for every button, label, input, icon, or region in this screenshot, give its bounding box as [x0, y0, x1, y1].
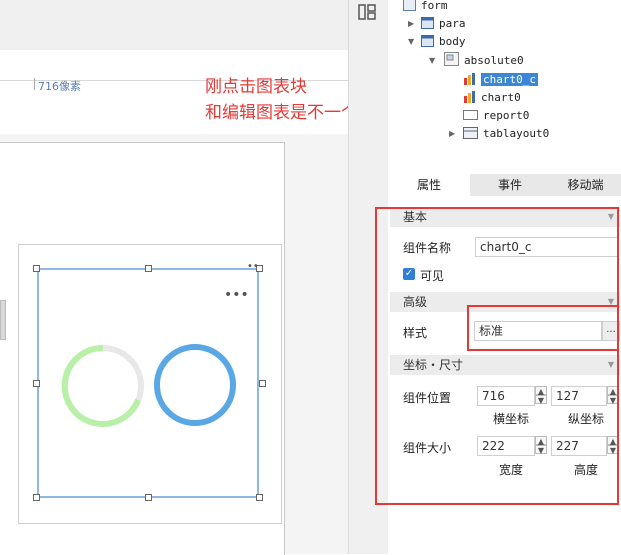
- tree-node-tablayout0[interactable]: tablayout0: [463, 125, 549, 143]
- block-more-icon[interactable]: ••: [247, 261, 259, 272]
- resize-handle-w[interactable]: [33, 380, 40, 387]
- tab-layout-icon: [463, 127, 478, 139]
- resize-handle-e[interactable]: [259, 380, 266, 387]
- ruler-pixel-label: 716像素: [38, 80, 81, 93]
- panel-icon: [421, 17, 434, 29]
- chart-icon: [464, 91, 475, 103]
- resize-handle-s[interactable]: [145, 494, 152, 501]
- resize-handle-nw[interactable]: [33, 265, 40, 272]
- tree-node-para[interactable]: para: [421, 15, 466, 33]
- report-icon: [463, 110, 478, 120]
- resize-handle-se[interactable]: [256, 494, 263, 501]
- tab-properties[interactable]: 属性: [388, 174, 470, 196]
- tree-node-chart0[interactable]: chart0: [463, 89, 521, 107]
- chart-more-icon[interactable]: •••: [224, 287, 249, 303]
- donut-charts: [61, 344, 236, 427]
- donut-right-arc: [154, 344, 236, 426]
- expand-arrow-icon[interactable]: ▶: [449, 129, 455, 138]
- canvas-edge-handle[interactable]: [0, 300, 6, 340]
- collapse-arrow-icon[interactable]: ▼: [408, 37, 414, 46]
- resize-handle-sw[interactable]: [33, 494, 40, 501]
- tree-node-chart0-c[interactable]: chart0_c: [463, 71, 538, 89]
- resize-handle-n[interactable]: [145, 265, 152, 272]
- tab-mobile[interactable]: 移动端: [550, 174, 621, 196]
- collapse-arrow-icon[interactable]: ▼: [429, 56, 435, 65]
- tree-node-report0[interactable]: report0: [463, 107, 529, 125]
- property-tabs: 属性 事件 移动端: [388, 174, 621, 196]
- ruler-marker: [34, 78, 35, 90]
- canvas-toolbar-area: [0, 0, 348, 50]
- annotation-style-highlight: [467, 305, 619, 351]
- tab-events[interactable]: 事件: [470, 174, 550, 196]
- tree-node-form[interactable]: form: [403, 0, 448, 15]
- form-icon: [403, 0, 416, 11]
- tree-node-body[interactable]: body: [421, 33, 466, 51]
- tree-node-absolute0[interactable]: absolute0: [444, 52, 524, 70]
- expand-arrow-icon[interactable]: ▶: [408, 19, 414, 28]
- chart-icon: [464, 73, 475, 85]
- layout-toggle-icon[interactable]: [358, 4, 376, 20]
- absolute-layout-icon: [444, 52, 459, 66]
- annotation-highlight-box: [375, 207, 619, 505]
- panel-icon: [421, 35, 434, 47]
